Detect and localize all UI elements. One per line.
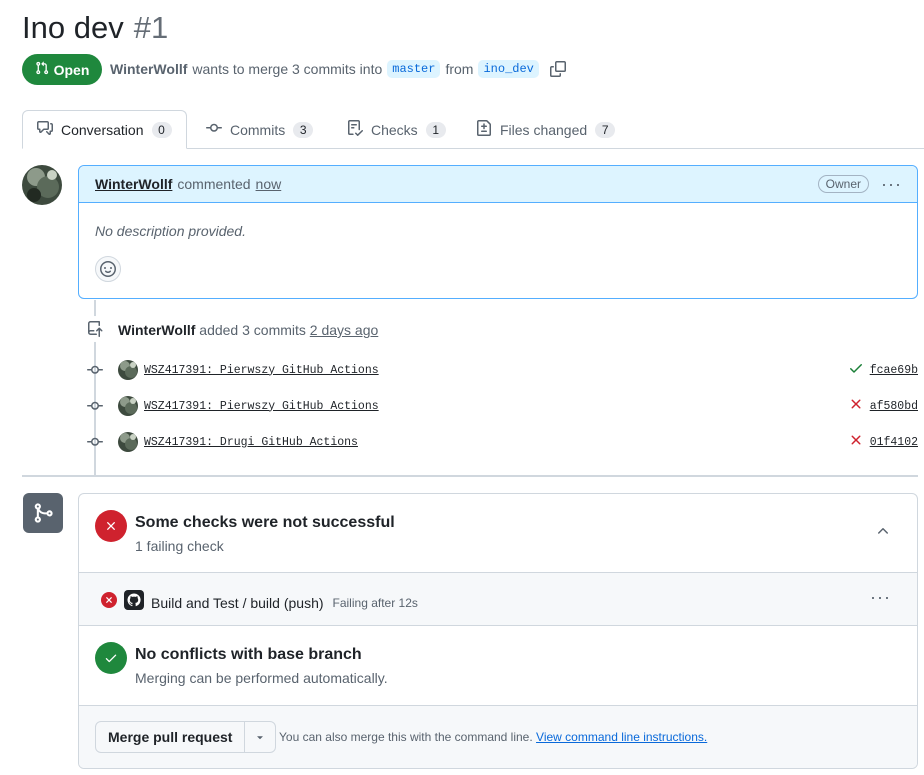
merge-button-group: Merge pull request: [95, 721, 277, 753]
tab-files-changed-count: 7: [595, 121, 616, 138]
github-logo-icon: [124, 590, 144, 615]
add-reaction-smiley-icon[interactable]: [95, 256, 121, 282]
command-line-hint: You can also merge this with the command…: [279, 730, 707, 744]
pr-state-label: Open: [53, 61, 90, 78]
pr-author-link[interactable]: WinterWollf: [110, 61, 187, 77]
pr-description-comment: WinterWollf commented now Owner ··· No d…: [78, 165, 918, 299]
checklist-icon: [347, 120, 364, 139]
comment-body: No description provided.: [95, 223, 246, 239]
x-circle-fill-icon: [101, 592, 117, 613]
comment-discussion-icon: [37, 120, 53, 139]
checks-title: Some checks were not successful: [135, 514, 395, 531]
pr-title: Ino dev #1: [22, 8, 168, 48]
comment-timestamp-link[interactable]: now: [256, 176, 282, 192]
tab-conversation-label: Conversation: [61, 121, 144, 138]
commit-row: WSZ417391: Drugi GitHub Actions 01f4102: [86, 431, 918, 453]
commit-sha-link[interactable]: fcae69b: [870, 364, 918, 377]
checks-summary[interactable]: Some checks were not successful 1 failin…: [79, 494, 917, 572]
commit-message-link[interactable]: WSZ417391: Pierwszy GitHub Actions: [144, 400, 379, 413]
git-commit-icon: [86, 362, 104, 378]
commit-sha-link[interactable]: 01f4102: [870, 436, 918, 449]
push-author-link[interactable]: WinterWollf: [118, 322, 195, 338]
file-diff-icon: [476, 120, 492, 139]
checks-subtitle: 1 failing check: [135, 538, 224, 554]
check-list: Build and Test / build (push) Failing af…: [79, 572, 917, 626]
chevron-up-icon[interactable]: [875, 523, 891, 544]
check-run-row[interactable]: Build and Test / build (push) Failing af…: [101, 590, 418, 615]
pr-from-text: from: [445, 61, 474, 77]
commit-message-link[interactable]: WSZ417391: Drugi GitHub Actions: [144, 436, 358, 449]
commit-author-avatar[interactable]: [118, 432, 138, 452]
tab-checks-label: Checks: [371, 121, 418, 138]
commit-row: WSZ417391: Pierwszy GitHub Actions af580…: [86, 395, 918, 417]
base-branch-link[interactable]: master: [387, 60, 441, 78]
git-commit-icon: [86, 434, 104, 450]
commit-author-avatar[interactable]: [118, 396, 138, 416]
push-event-text: added 3 commits: [199, 322, 306, 338]
tab-checks[interactable]: Checks 1: [347, 110, 446, 149]
git-merge-icon: [23, 493, 63, 533]
merge-box: Some checks were not successful 1 failin…: [78, 493, 918, 769]
check-icon[interactable]: [848, 360, 864, 381]
check-run-detail: Failing after 12s: [332, 595, 418, 610]
command-line-instructions-link[interactable]: View command line instructions.: [536, 730, 707, 744]
comment-author-avatar[interactable]: [22, 165, 62, 205]
commit-author-avatar[interactable]: [118, 360, 138, 380]
comment-author-link[interactable]: WinterWollf: [95, 176, 172, 192]
repo-push-icon: [82, 316, 108, 342]
comment-verb: commented: [177, 176, 251, 192]
tab-commits-count: 3: [293, 121, 314, 138]
kebab-horizontal-icon[interactable]: ···: [870, 587, 891, 608]
push-event-time-link[interactable]: 2 days ago: [310, 322, 379, 338]
check-run-name: Build and Test / build (push): [151, 594, 324, 611]
kebab-horizontal-icon[interactable]: ···: [881, 175, 901, 193]
x-circle-icon: [95, 510, 127, 542]
pr-title-text: Ino dev: [22, 10, 124, 45]
tab-conversation[interactable]: Conversation 0: [22, 110, 187, 149]
git-commit-icon: [206, 120, 222, 139]
head-branch-link[interactable]: ino_dev: [478, 60, 539, 78]
tab-commits-label: Commits: [230, 121, 286, 138]
owner-badge: Owner: [817, 175, 869, 193]
triangle-down-icon[interactable]: [245, 722, 275, 752]
copy-icon[interactable]: [548, 59, 568, 79]
conflicts-title: No conflicts with base branch: [135, 646, 362, 663]
command-line-hint-text: You can also merge this with the command…: [279, 730, 533, 744]
tab-conversation-count: 0: [151, 121, 172, 138]
conflicts-subtitle: Merging can be performed automatically.: [135, 670, 388, 686]
tab-checks-count: 1: [425, 121, 446, 138]
tab-files-changed[interactable]: Files changed 7: [476, 110, 616, 149]
tab-commits[interactable]: Commits 3: [206, 110, 314, 149]
check-circle-icon: [95, 642, 127, 674]
commit-message-link[interactable]: WSZ417391: Pierwszy GitHub Actions: [144, 364, 379, 377]
pr-meta: WinterWollf wants to merge 3 commits int…: [110, 59, 568, 79]
commit-row: WSZ417391: Pierwszy GitHub Actions fcae6…: [86, 359, 918, 381]
merge-pull-request-button[interactable]: Merge pull request: [96, 722, 246, 752]
conflicts-section: No conflicts with base branch Merging ca…: [79, 626, 917, 706]
timeline-divider: [22, 475, 918, 477]
git-pull-request-icon: [35, 61, 49, 78]
push-event: WinterWollf added 3 commits 2 days ago: [118, 322, 378, 338]
pr-number: #1: [133, 10, 169, 45]
pr-state-badge: Open: [22, 54, 102, 85]
comment-header: WinterWollf commented now Owner ···: [79, 166, 917, 203]
tab-files-changed-label: Files changed: [500, 121, 588, 138]
pr-merge-text: wants to merge 3 commits into: [192, 61, 383, 77]
x-icon[interactable]: [848, 396, 864, 417]
commit-sha-link[interactable]: af580bd: [870, 400, 918, 413]
merge-actions: Merge pull request You can also merge th…: [79, 706, 917, 768]
x-icon[interactable]: [848, 432, 864, 453]
git-commit-icon: [86, 398, 104, 414]
